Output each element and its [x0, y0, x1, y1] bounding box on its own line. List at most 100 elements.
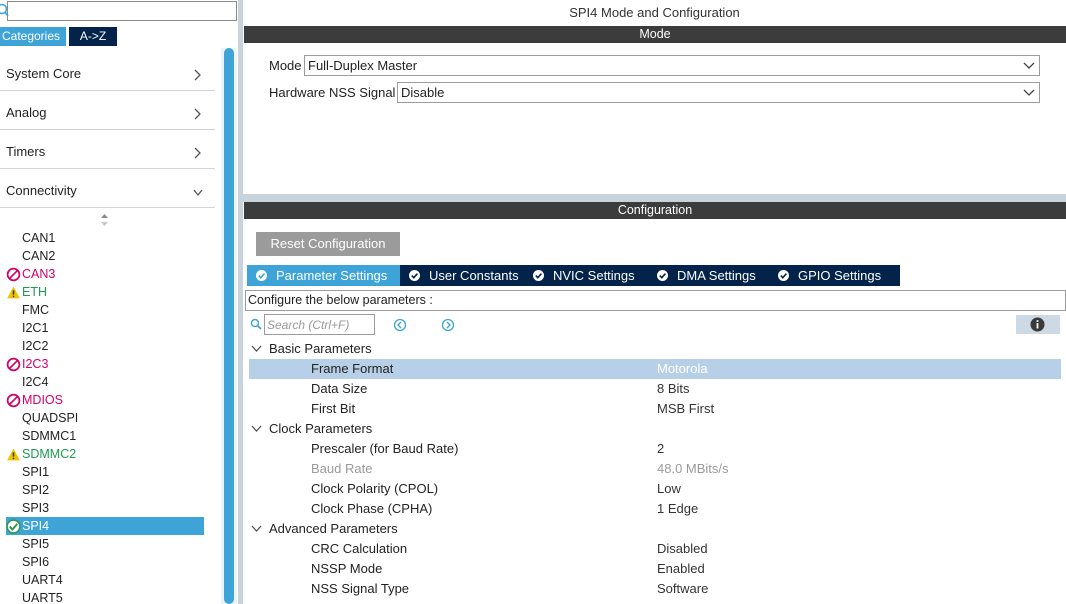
description-text: Configure the below parameters : — [248, 293, 433, 307]
peripheral-can1[interactable]: CAN1 — [6, 229, 204, 247]
tab-categories[interactable]: Categories — [0, 27, 66, 46]
param-row-clock-polarity-cpol[interactable]: Clock Polarity (CPOL) Low — [249, 479, 1061, 499]
tab-dma-settings[interactable]: DMA Settings — [648, 265, 770, 286]
peripheral-spi4[interactable]: SPI4 — [6, 517, 204, 535]
group-basic-parameters[interactable]: Basic Parameters — [249, 339, 1061, 359]
peripheral-i2c3[interactable]: I2C3 — [6, 355, 204, 373]
param-value[interactable]: Software — [657, 579, 708, 599]
next-match-icon[interactable] — [441, 318, 455, 332]
peripheral-fmc[interactable]: FMC — [6, 301, 204, 319]
param-value[interactable]: 2 — [657, 439, 664, 459]
peripheral-label: QUADSPI — [22, 411, 79, 425]
param-name: CRC Calculation — [311, 541, 408, 556]
check-circle-icon — [657, 270, 668, 281]
section-splitter[interactable] — [243, 194, 1066, 202]
peripheral-spi2[interactable]: SPI2 — [6, 481, 204, 499]
peripheral-label: SPI5 — [22, 537, 50, 551]
tab-parameter-settings[interactable]: Parameter Settings — [247, 265, 401, 286]
peripheral-sdmmc1[interactable]: SDMMC1 — [6, 427, 204, 445]
peripheral-i2c4[interactable]: I2C4 — [6, 373, 204, 391]
peripheral-spi1[interactable]: SPI1 — [6, 463, 204, 481]
sort-arrows-icon[interactable] — [99, 213, 110, 227]
left-panel: Categories A->Z System Core Analog Timers C… — [0, 0, 238, 604]
category-system-core[interactable]: System Core — [0, 52, 215, 91]
peripheral-label: I2C4 — [22, 375, 49, 389]
tab-label: DMA Settings — [677, 268, 756, 283]
category-timers[interactable]: Timers — [0, 130, 215, 169]
param-value[interactable]: Enabled — [657, 559, 705, 579]
param-value[interactable]: Motorola — [657, 359, 708, 379]
check-circle-icon — [533, 270, 544, 281]
category-connectivity[interactable]: Connectivity — [0, 169, 215, 208]
param-row-clock-phase-cpha[interactable]: Clock Phase (CPHA) 1 Edge — [249, 499, 1061, 519]
peripheral-uart4[interactable]: UART4 — [6, 571, 204, 589]
chevron-down-icon — [193, 189, 203, 197]
peripheral-label: I2C2 — [22, 339, 49, 353]
tab-gpio-settings[interactable]: GPIO Settings — [769, 265, 901, 286]
chevron-down-icon — [251, 425, 262, 432]
param-value[interactable]: 1 Edge — [657, 499, 698, 519]
peripheral-label: SPI6 — [22, 555, 50, 569]
peripheral-spi3[interactable]: SPI3 — [6, 499, 204, 517]
tab-nvic-settings[interactable]: NVIC Settings — [524, 265, 649, 286]
param-name: Frame Format — [311, 361, 394, 376]
param-value: 48.0 MBits/s — [657, 461, 729, 476]
param-name: NSS Signal Type — [311, 581, 410, 596]
peripheral-can2[interactable]: CAN2 — [6, 247, 204, 265]
peripheral-label: I2C3 — [22, 357, 49, 371]
param-value[interactable]: 8 Bits — [657, 379, 690, 399]
param-row-prescaler-for-baud-rate[interactable]: Prescaler (for Baud Rate) 2 — [249, 439, 1061, 459]
tab-a-z[interactable]: A->Z — [69, 27, 117, 46]
param-row-nss-signal-type[interactable]: NSS Signal Type Software — [249, 579, 1061, 599]
param-row-first-bit[interactable]: First Bit MSB First — [249, 399, 1061, 419]
category-analog[interactable]: Analog — [0, 91, 215, 130]
peripheral-quadspi[interactable]: QUADSPI — [6, 409, 204, 427]
warning-triangle-icon — [7, 448, 20, 461]
mode-select[interactable]: Full-Duplex Master — [304, 55, 1040, 76]
param-name: Clock Phase (CPHA) — [311, 501, 433, 516]
group-label: Basic Parameters — [269, 341, 372, 356]
peripheral-can3[interactable]: CAN3 — [6, 265, 204, 283]
parameter-search-input[interactable]: Search (Ctrl+F) — [264, 314, 375, 335]
description-field[interactable]: Configure the below parameters : — [245, 290, 1066, 311]
peripheral-eth[interactable]: ETH — [6, 283, 204, 301]
group-clock-parameters[interactable]: Clock Parameters — [249, 419, 1061, 439]
reset-configuration-button[interactable]: Reset Configuration — [256, 232, 400, 256]
chevron-down-icon — [251, 345, 262, 352]
nss-select[interactable]: Disable — [397, 82, 1040, 103]
error-circle-icon — [6, 357, 21, 372]
check-circle-icon — [409, 270, 420, 281]
param-name: Data Size — [311, 381, 368, 396]
peripheral-sdmmc2[interactable]: SDMMC2 — [6, 445, 204, 463]
param-name: Clock Polarity (CPOL) — [311, 481, 439, 496]
tab-user-constants[interactable]: User Constants — [400, 265, 525, 286]
error-circle-icon — [6, 267, 21, 282]
peripheral-i2c2[interactable]: I2C2 — [6, 337, 204, 355]
chevron-right-icon — [194, 69, 201, 81]
param-row-nssp-mode[interactable]: NSSP Mode Enabled — [249, 559, 1061, 579]
error-circle-icon — [6, 393, 21, 408]
param-value[interactable]: MSB First — [657, 399, 714, 419]
peripheral-i2c1[interactable]: I2C1 — [6, 319, 204, 337]
peripheral-label: I2C1 — [22, 321, 49, 335]
search-icon — [0, 3, 9, 17]
check-circle-icon — [778, 270, 789, 281]
peripheral-mdios[interactable]: MDIOS — [6, 391, 204, 409]
param-value[interactable]: Disabled — [657, 539, 708, 559]
param-row-crc-calculation[interactable]: CRC Calculation Disabled — [249, 539, 1061, 559]
info-button[interactable] — [1016, 315, 1060, 334]
peripheral-uart5[interactable]: UART5 — [6, 589, 204, 604]
left-scrollbar-thumb[interactable] — [224, 48, 234, 604]
group-advanced-parameters[interactable]: Advanced Parameters — [249, 519, 1061, 539]
chevron-down-icon — [251, 525, 262, 532]
param-row-frame-format[interactable]: Frame Format Motorola — [249, 359, 1061, 379]
peripheral-label: FMC — [22, 303, 50, 317]
peripheral-search-input[interactable] — [7, 1, 237, 21]
peripheral-spi6[interactable]: SPI6 — [6, 553, 204, 571]
warning-triangle-icon — [7, 286, 20, 299]
peripheral-spi5[interactable]: SPI5 — [6, 535, 204, 553]
mode-label: Mode — [269, 58, 302, 73]
param-value[interactable]: Low — [657, 479, 681, 499]
param-row-data-size[interactable]: Data Size 8 Bits — [249, 379, 1061, 399]
previous-match-icon[interactable] — [393, 318, 407, 332]
